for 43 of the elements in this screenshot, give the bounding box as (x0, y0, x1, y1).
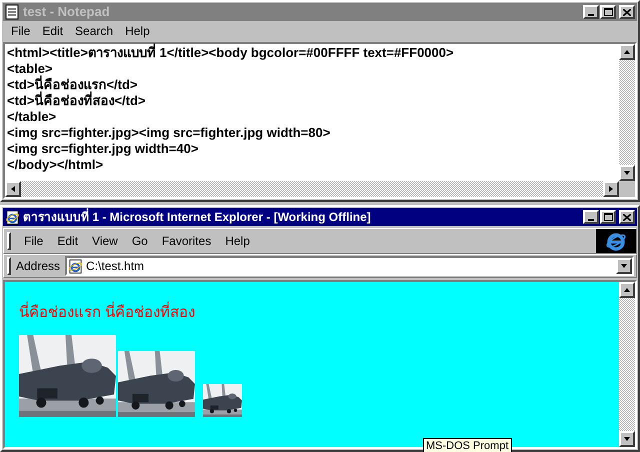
menu-item[interactable]: Edit (36, 22, 70, 40)
page-text: นี่คือช่องแรก นี่คือช่องที่สอง (19, 302, 619, 324)
scroll-up-button[interactable] (619, 44, 635, 60)
maximize-button[interactable] (600, 210, 616, 224)
window-title: test - Notepad (23, 3, 111, 22)
close-button[interactable] (619, 5, 635, 19)
dropdown-button[interactable] (616, 258, 632, 274)
menu-item[interactable]: Help (218, 232, 257, 250)
close-icon (623, 214, 631, 220)
scroll-down-button[interactable] (619, 431, 635, 447)
browser-icon (5, 210, 20, 224)
close-icon (623, 8, 631, 16)
scroll-down-button[interactable] (619, 165, 635, 181)
page-icon (68, 258, 84, 274)
code-line: </table> (7, 109, 58, 125)
address-label: Address (15, 258, 62, 275)
address-field[interactable]: C:\test.htm (65, 256, 634, 276)
maximize-button[interactable] (600, 5, 616, 19)
tooltip: MS-DOS Prompt (423, 438, 512, 452)
code-line: <img src=fighter.jpg width=40> (7, 141, 200, 157)
menu-item[interactable]: File (17, 232, 50, 250)
window-title: ตารางแบบที่ 1 - Microsoft Internet Explorer - [Working Offline] (23, 208, 372, 226)
code-line: </body></html> (7, 157, 104, 173)
menu-item[interactable]: File (5, 22, 36, 40)
minimize-button[interactable] (583, 5, 599, 19)
notepad-icon (5, 4, 19, 20)
menu-item[interactable]: Go (124, 232, 155, 250)
menu-item[interactable]: Search (69, 22, 120, 40)
close-button[interactable] (619, 210, 635, 224)
code-line: <td>นี่คือช่องที่สอง</td> (7, 93, 147, 109)
scroll-right-button[interactable] (603, 181, 619, 197)
minimize-button[interactable] (583, 210, 599, 224)
scrollbar-corner (619, 181, 635, 197)
code-line: <td>นี่คือช่องแรก</td> (7, 77, 138, 92)
menu-item[interactable]: Help (119, 22, 156, 40)
code-line: <html><title>ตารางแบบที่ 1</title><body bgcolor=#00FFFF text=#FF0000> (7, 45, 455, 61)
scroll-left-button[interactable] (5, 181, 21, 197)
menu-item[interactable]: Favorites (154, 232, 218, 250)
menu-item[interactable]: Edit (50, 232, 86, 250)
menu-item[interactable]: View (85, 232, 125, 250)
code-line: <img src=fighter.jpg><img src=fighter.jpg width=80> (7, 125, 332, 141)
code-line: <table> (7, 61, 53, 76)
scroll-up-button[interactable] (619, 282, 635, 298)
